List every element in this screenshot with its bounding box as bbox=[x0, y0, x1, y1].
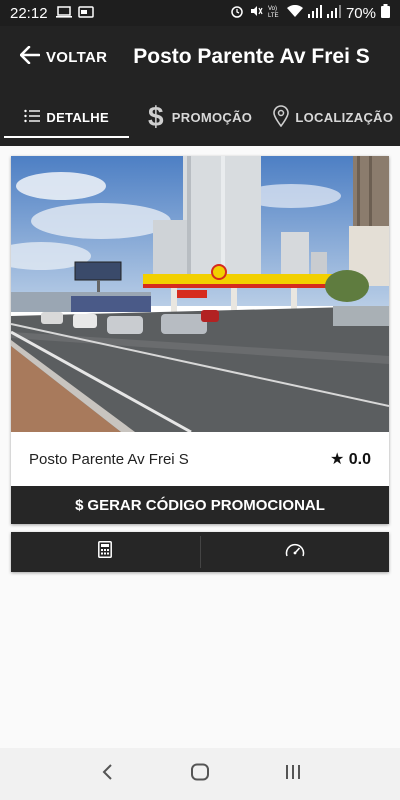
arrow-left-icon bbox=[19, 45, 41, 69]
nav-back-button[interactable] bbox=[87, 754, 127, 794]
tab-localizacao-label: LOCALIZAÇÃO bbox=[295, 109, 394, 125]
tab-detalhe[interactable]: DETALHE bbox=[0, 88, 133, 146]
list-icon bbox=[24, 109, 41, 126]
back-nav-icon bbox=[101, 763, 113, 786]
status-time: 22:12 bbox=[10, 4, 48, 22]
laptop-icon bbox=[55, 5, 72, 22]
tab-promocao[interactable]: $ PROMOÇÃO bbox=[133, 88, 266, 146]
generate-promo-code-button[interactable]: $ GERAR CÓDIGO PROMOCIONAL bbox=[11, 486, 389, 524]
nav-home-button[interactable] bbox=[180, 754, 220, 794]
app-bar: VOLTAR Posto Parente Av Frei S bbox=[0, 26, 400, 88]
dollar-icon: $ bbox=[148, 101, 166, 133]
calculator-button[interactable] bbox=[11, 532, 200, 572]
rating-value: 0.0 bbox=[348, 451, 371, 468]
station-card: Posto Parente Av Frei S ★ 0.0 $ GERAR CÓ… bbox=[11, 156, 389, 524]
back-button[interactable]: VOLTAR bbox=[0, 45, 108, 69]
promo-button-label: GERAR CÓDIGO PROMOCIONAL bbox=[87, 496, 325, 514]
alarm-icon bbox=[230, 4, 244, 22]
cast-icon bbox=[77, 5, 94, 22]
status-bar: 22:12 Vo) LTE 70% bbox=[0, 0, 400, 26]
speedometer-icon bbox=[285, 542, 305, 563]
dollar-icon-small: $ bbox=[75, 496, 84, 514]
battery-percent: 70% bbox=[345, 4, 376, 22]
speedometer-button[interactable] bbox=[201, 532, 390, 572]
wifi-icon bbox=[286, 4, 303, 22]
svg-text:$: $ bbox=[148, 102, 164, 130]
tab-bar: DETALHE $ PROMOÇÃO LOCALIZAÇÃO bbox=[0, 88, 400, 146]
recents-nav-icon bbox=[284, 764, 302, 785]
home-nav-icon bbox=[190, 763, 210, 786]
page-title: Posto Parente Av Frei S bbox=[133, 45, 370, 68]
tab-promocao-label: PROMOÇÃO bbox=[171, 109, 253, 125]
star-icon: ★ bbox=[329, 451, 345, 468]
location-pin-icon bbox=[273, 104, 290, 130]
nav-recents-button[interactable] bbox=[273, 754, 313, 794]
station-info-row: Posto Parente Av Frei S ★ 0.0 bbox=[11, 432, 389, 486]
tab-localizacao[interactable]: LOCALIZAÇÃO bbox=[267, 88, 400, 146]
svg-text:Vo): Vo) bbox=[268, 6, 277, 12]
signal-icon-2 bbox=[326, 4, 341, 22]
svg-text:LTE: LTE bbox=[268, 13, 279, 18]
volte-icon: Vo) LTE bbox=[268, 4, 282, 22]
action-bar bbox=[11, 532, 389, 572]
tab-detalhe-label: DETALHE bbox=[46, 109, 109, 125]
system-nav-bar bbox=[0, 748, 400, 800]
station-photo bbox=[11, 156, 389, 432]
battery-icon bbox=[381, 4, 390, 22]
calculator-icon bbox=[98, 541, 113, 563]
rating: ★ 0.0 bbox=[330, 449, 371, 469]
mute-icon bbox=[249, 4, 263, 22]
station-name: Posto Parente Av Frei S bbox=[29, 450, 189, 468]
back-label: VOLTAR bbox=[46, 48, 108, 66]
signal-icon bbox=[307, 4, 322, 22]
content-area: Posto Parente Av Frei S ★ 0.0 $ GERAR CÓ… bbox=[0, 146, 400, 748]
